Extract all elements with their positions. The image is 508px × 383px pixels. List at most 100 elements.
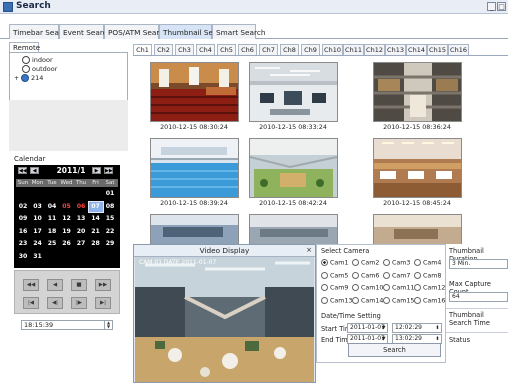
channel-tab[interactable]: Ch16 [448,44,469,55]
camera-radio[interactable]: Cam3 [383,259,410,267]
tree-node-indoor[interactable]: indoor [22,56,53,64]
channel-tab[interactable]: Ch11 [343,44,364,55]
spinner-icon[interactable]: ⬍ [434,335,441,343]
calendar-day[interactable]: 24 [31,239,45,249]
channel-tab[interactable]: Ch15 [427,44,448,55]
camera-radio[interactable]: Cam8 [414,271,441,279]
camera-radio[interactable]: Cam11 [383,284,414,292]
prev-month-button[interactable]: ◀ [30,167,39,174]
camera-radio[interactable]: Cam7 [383,271,410,279]
thumbnail-2[interactable] [249,62,338,122]
channel-tab[interactable]: Ch4 [196,44,215,55]
channel-tab[interactable]: Ch10 [322,44,343,55]
chevron-down-icon[interactable]: ▼ [380,324,387,332]
calendar-day[interactable]: 16 [16,227,30,237]
calendar-day[interactable]: 02 [16,202,30,212]
channel-tab[interactable]: Ch5 [217,44,236,55]
fast-rewind-button[interactable]: ◀◀ [23,279,39,291]
calendar-day[interactable]: 17 [31,227,45,237]
tab-smart-search[interactable]: Smart Search [212,24,265,39]
channel-tab[interactable]: Ch8 [280,44,299,55]
maximize-button[interactable]: □ [497,2,506,11]
thumbnail-4[interactable] [150,138,239,198]
tree-node-outdoor[interactable]: outdoor [22,65,57,73]
time-spinner[interactable]: ▲ ▼ [104,321,112,329]
calendar-day[interactable]: 12 [60,214,74,224]
last-frame-button[interactable]: ▶| [95,297,111,309]
channel-tab[interactable]: Ch7 [259,44,278,55]
stop-button[interactable]: ■ [71,279,87,291]
calendar-day[interactable]: 06 [74,202,88,212]
prev-year-button[interactable]: ◀◀ [18,167,27,174]
radio-icon[interactable] [414,271,421,279]
calendar-day[interactable]: 21 [89,227,103,237]
radio-icon[interactable] [414,296,421,304]
channel-tab[interactable]: Ch2 [154,44,173,55]
camera-radio[interactable]: Cam13 [321,296,352,304]
calendar-day[interactable]: 22 [103,227,117,237]
radio-icon[interactable] [352,284,359,291]
remote-tab[interactable]: Remote [9,42,40,52]
tab-timebar-search[interactable]: Timebar Search [9,24,70,39]
camera-radio[interactable]: Cam5 [321,271,348,279]
radio-icon[interactable] [321,296,328,304]
rewind-button[interactable]: ◀ [47,279,63,291]
first-frame-button[interactable]: |◀ [23,297,39,309]
calendar-day[interactable]: 10 [31,214,45,224]
chevron-down-icon[interactable]: ▼ [380,335,387,343]
radio-icon[interactable] [321,271,328,279]
calendar-day[interactable]: 30 [16,252,30,262]
calendar-day[interactable]: 15 [103,214,117,224]
calendar-day[interactable]: 05 [60,202,74,212]
radio-icon[interactable] [414,259,421,266]
thumbnail-1[interactable] [150,62,239,122]
calendar-day[interactable]: 27 [74,239,88,249]
calendar-day[interactable]: 14 [89,214,103,224]
camera-radio[interactable]: Cam2 [352,259,379,267]
channel-tab[interactable]: Ch14 [406,44,427,55]
calendar-day[interactable]: 09 [16,214,30,224]
camera-radio[interactable]: Cam1 [321,259,348,267]
calendar-day[interactable]: 03 [31,202,45,212]
channel-tab[interactable]: Ch3 [175,44,194,55]
step-forward-button[interactable]: |▶ [71,297,87,309]
thumbnail-7[interactable] [150,214,239,246]
start-date-select[interactable]: 2011-01-07 ▼ [347,323,388,333]
camera-radio[interactable]: Cam12 [414,284,445,292]
start-time-input[interactable]: 12:02:29 ⬍ [392,323,442,333]
calendar-day[interactable]: 28 [89,239,103,249]
radio-icon[interactable] [383,284,390,291]
radio-icon[interactable] [383,271,390,279]
calendar-day[interactable]: 26 [60,239,74,249]
channel-tab[interactable]: Ch9 [301,44,320,55]
camera-radio[interactable]: Cam6 [352,271,379,279]
time-input[interactable]: 18:15:39 ▲ ▼ [21,320,113,330]
thumbnail-3[interactable] [373,62,462,122]
calendar-day[interactable]: 18 [45,227,59,237]
next-year-button[interactable]: ▶▶ [104,167,113,174]
calendar-day[interactable]: 23 [16,239,30,249]
step-back-button[interactable]: ◀| [47,297,63,309]
radio-icon[interactable] [321,259,328,266]
calendar-day[interactable]: 25 [45,239,59,249]
camera-radio[interactable]: Cam9 [321,284,348,292]
calendar-day[interactable]: 31 [31,252,45,262]
camera-radio[interactable]: Cam10 [352,284,383,292]
fast-forward-button[interactable]: ▶▶ [95,279,111,291]
thumbnail-9[interactable] [373,214,462,246]
camera-radio[interactable]: Cam15 [383,296,414,304]
calendar-day[interactable]: 04 [45,202,59,212]
duration-select[interactable]: 3 Min. [449,259,508,269]
calendar-day[interactable]: 08 [103,202,117,212]
calendar-day[interactable]: 19 [60,227,74,237]
calendar-day[interactable]: 11 [45,214,59,224]
camera-radio[interactable]: Cam4 [414,259,441,267]
radio-icon[interactable] [383,296,390,304]
calendar-day[interactable]: 29 [103,239,117,249]
minimize-button[interactable]: _ [487,2,496,11]
radio-icon[interactable] [414,284,421,291]
channel-tab[interactable]: Ch1 [133,44,152,55]
camera-radio[interactable]: Cam14 [352,296,383,304]
radio-icon[interactable] [352,259,359,266]
thumbnail-6[interactable] [373,138,462,198]
